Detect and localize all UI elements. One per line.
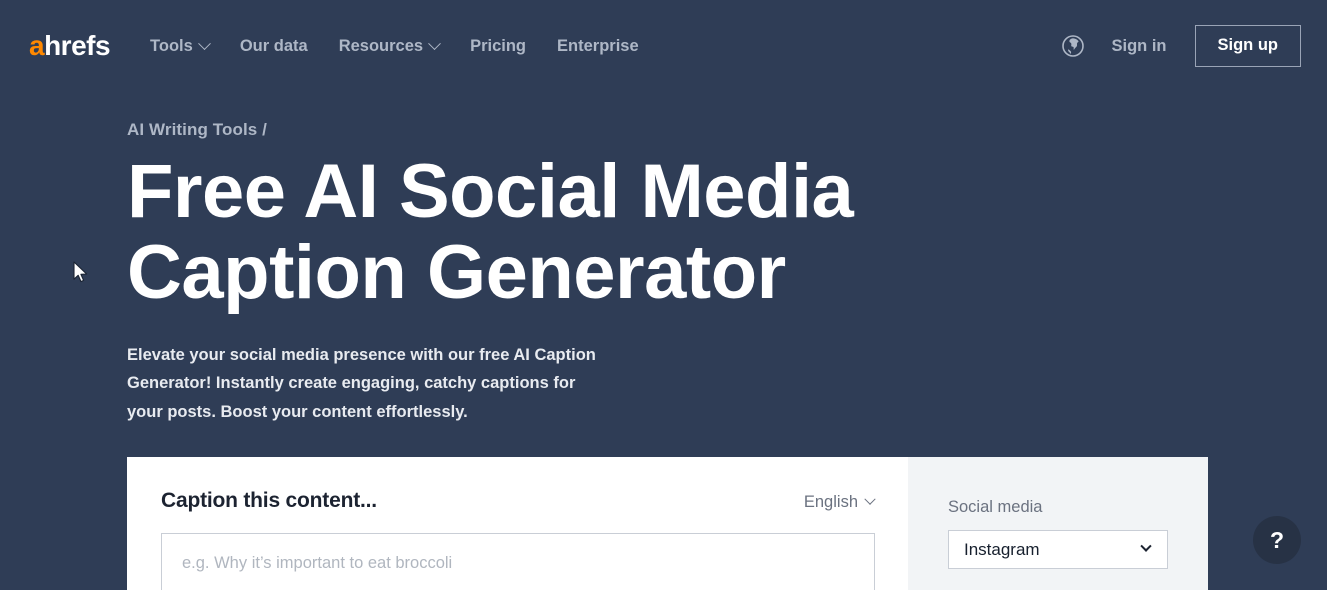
nav-item-our-data[interactable]: Our data: [240, 38, 308, 55]
language-selected-value: English: [803, 493, 858, 511]
nav-item-enterprise[interactable]: Enterprise: [557, 38, 639, 55]
help-button[interactable]: ?: [1253, 516, 1301, 564]
nav-item-label: Pricing: [470, 36, 527, 55]
social-media-selected-value: Instagram: [964, 539, 1040, 559]
nav-item-label: Resources: [338, 36, 424, 55]
hero-section: AI Writing Tools / Free AI Social Media …: [0, 120, 1327, 426]
social-media-select[interactable]: Instagram: [948, 529, 1168, 569]
nav-item-label: Enterprise: [557, 36, 639, 55]
logo-accent-letter: a: [29, 30, 45, 61]
language-selector[interactable]: English: [803, 493, 876, 511]
page-title: Free AI Social Media Caption Generator: [127, 149, 854, 315]
ahrefs-logo[interactable]: ahrefs: [29, 30, 111, 61]
breadcrumb[interactable]: AI Writing Tools /: [127, 120, 1327, 140]
caption-generator-card: Caption this content... English Social m…: [127, 457, 1208, 590]
nav-item-label: Our data: [239, 36, 308, 55]
caption-input-panel: Caption this content... English: [127, 457, 908, 590]
chevron-down-icon: [197, 36, 211, 50]
hero-description: Elevate your social media presence with …: [127, 346, 596, 421]
globe-icon[interactable]: [1061, 34, 1085, 58]
chevron-down-icon: [1140, 540, 1152, 552]
header-actions: Sign in Sign up: [1061, 25, 1301, 67]
main-navigation: Tools Our data Resources Pricing Enterpr…: [150, 36, 639, 55]
site-header: ahrefs Tools Our data Resources Pricing …: [0, 0, 1327, 92]
caption-panel-header: Caption this content... English: [161, 489, 876, 512]
nav-item-resources[interactable]: Resources: [338, 36, 441, 55]
caption-panel-title: Caption this content...: [161, 489, 377, 512]
caption-content-input[interactable]: [161, 533, 875, 590]
sign-up-button[interactable]: Sign up: [1194, 25, 1301, 67]
nav-item-label: Tools: [150, 36, 193, 55]
nav-item-pricing[interactable]: Pricing: [470, 38, 526, 55]
social-media-label: Social media: [948, 498, 1043, 516]
chevron-down-icon: [864, 493, 876, 506]
chevron-down-icon: [428, 36, 441, 50]
caption-options-panel: Social media Instagram: [908, 457, 1208, 590]
nav-item-tools[interactable]: Tools: [150, 36, 211, 55]
sign-in-link[interactable]: Sign in: [1112, 37, 1167, 56]
logo-text: hrefs: [44, 30, 111, 61]
